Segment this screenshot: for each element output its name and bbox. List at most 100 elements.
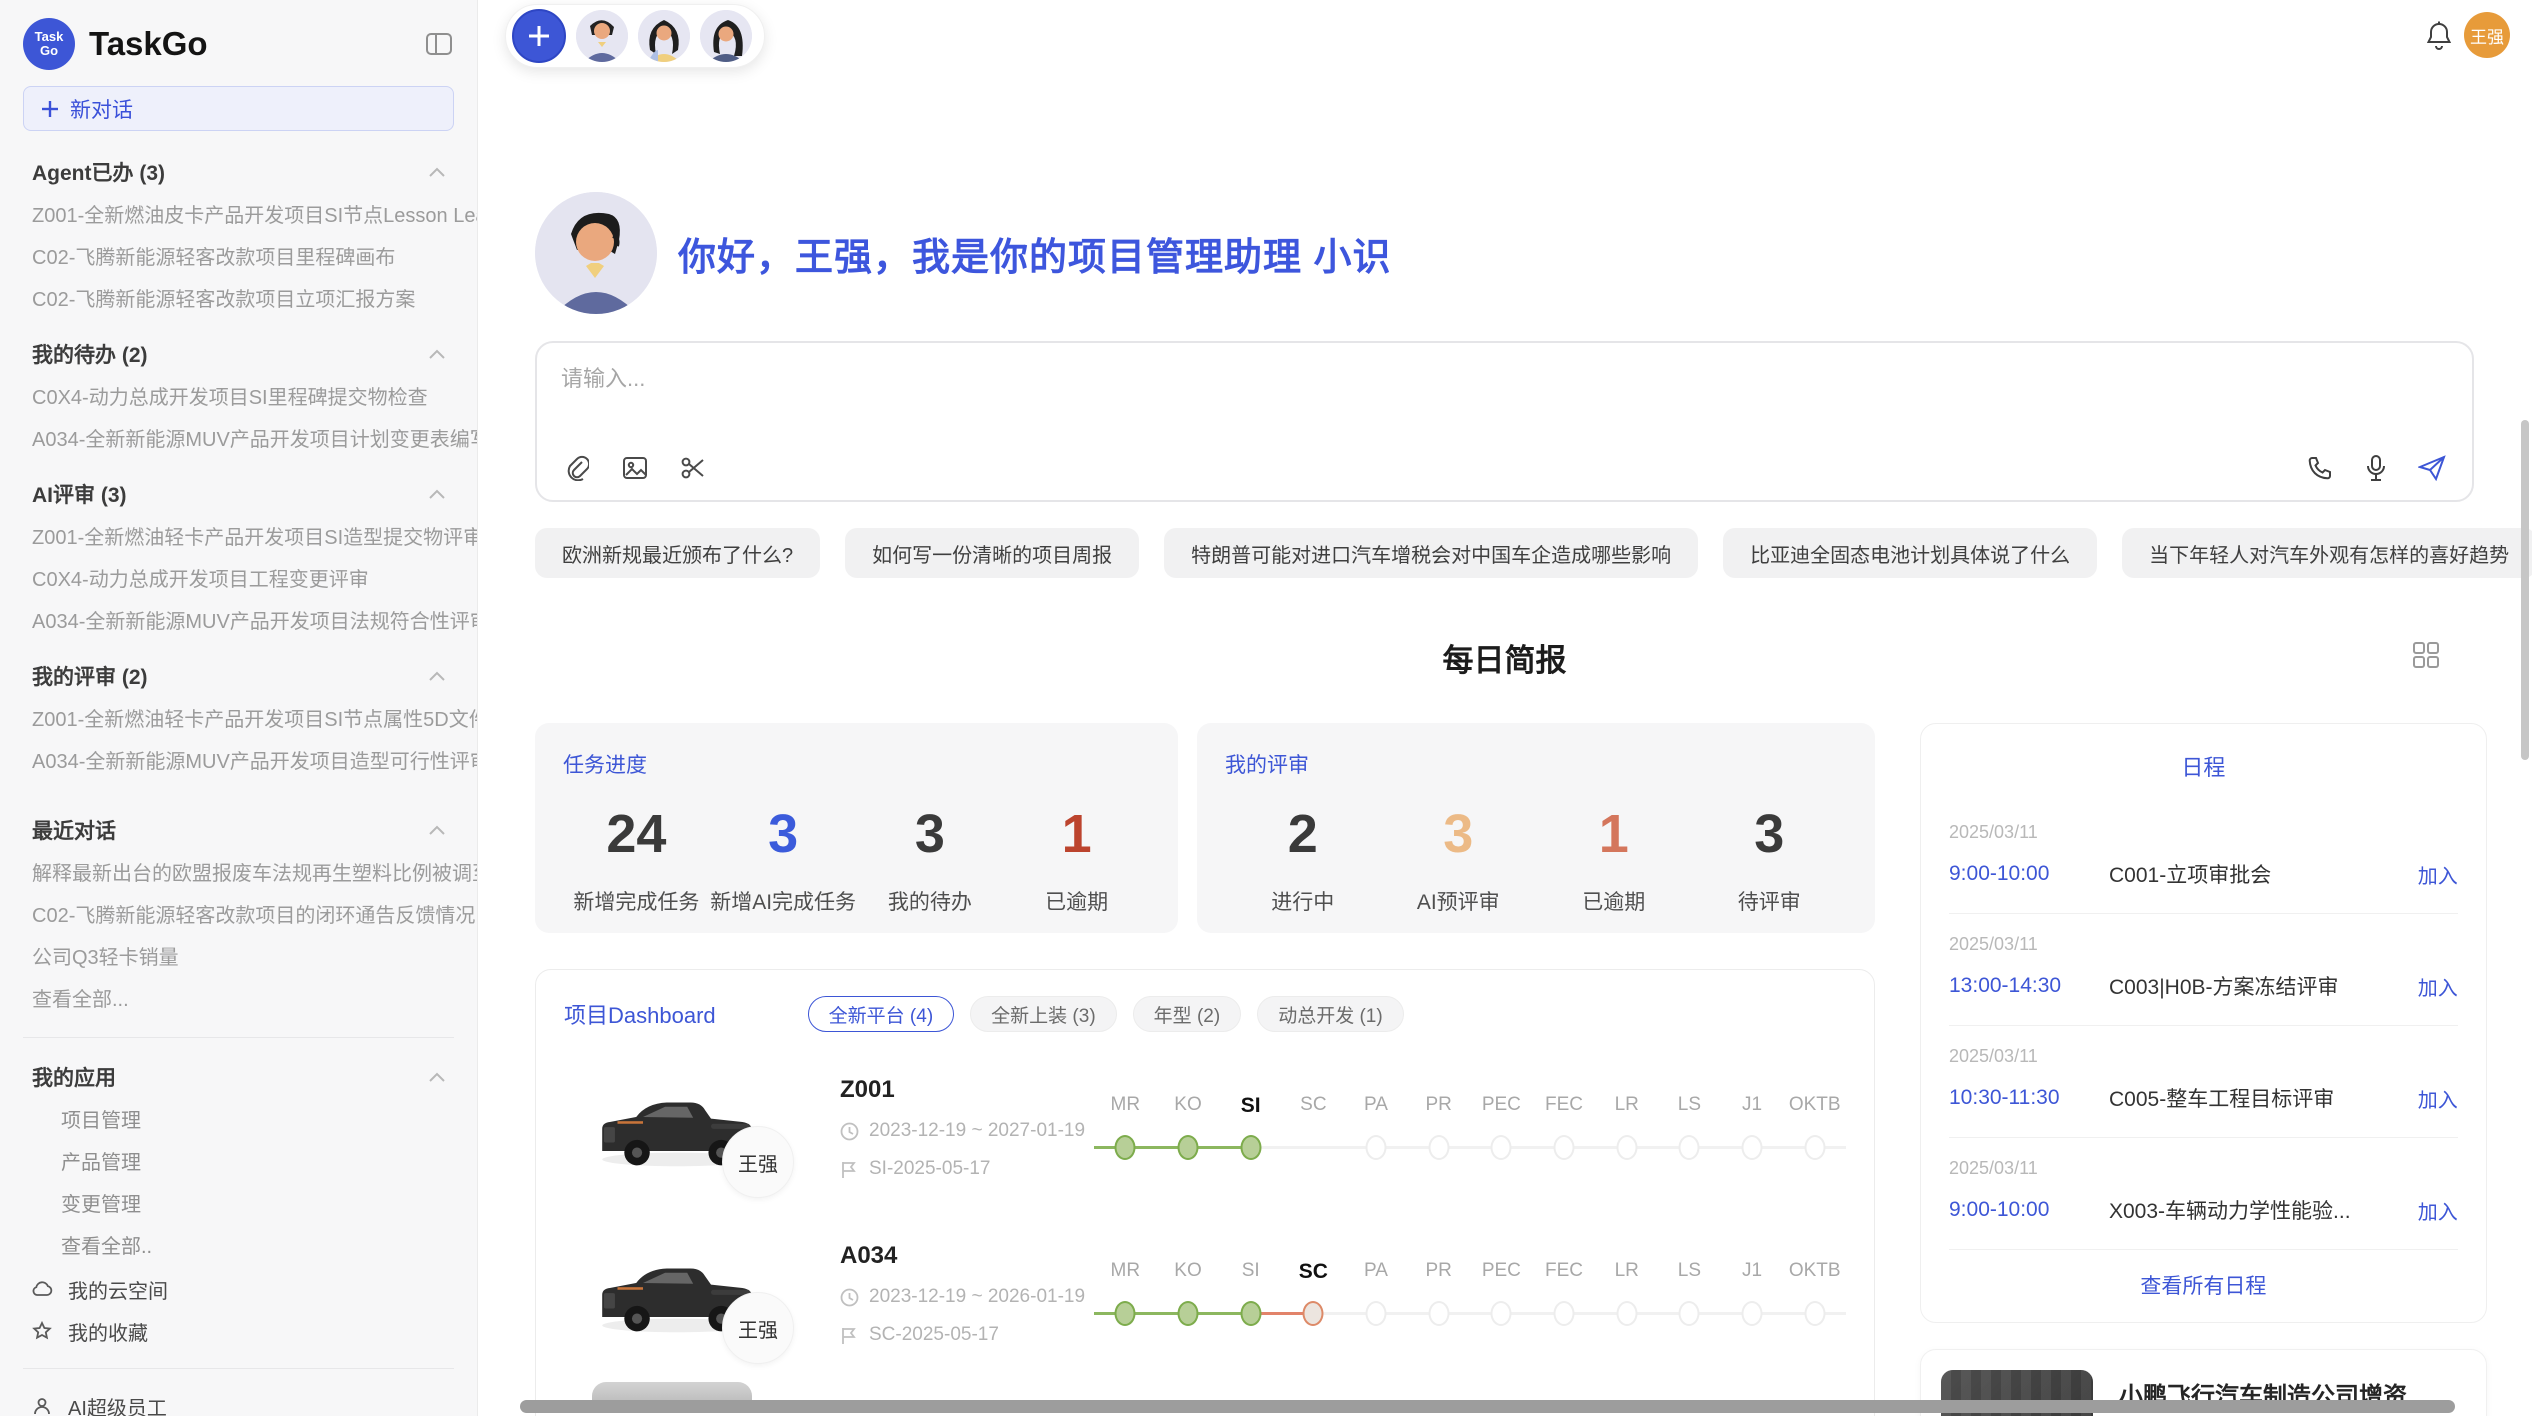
sidebar-item-favorites[interactable]: 我的收藏 <box>0 1310 477 1352</box>
sidebar-task-item[interactable]: C02-飞腾新能源轻客改款项目立项汇报方案 <box>0 279 477 321</box>
recent-chat-item[interactable]: 公司Q3轻卡销量 <box>0 937 477 979</box>
sidebar-item-cloud-space[interactable]: 我的云空间 <box>0 1268 477 1310</box>
app-item[interactable]: 产品管理 <box>0 1142 477 1184</box>
event-name: C003|H0B-方案冻结评审 <box>2109 971 2418 1001</box>
assistant-avatar <box>535 192 657 314</box>
section-header[interactable]: 最近对话 <box>0 807 477 853</box>
app-item[interactable]: 项目管理 <box>0 1100 477 1142</box>
chat-input[interactable] <box>561 361 2448 431</box>
avatar-female-1[interactable] <box>638 10 690 62</box>
suggestion-chip[interactable]: 比亚迪全固态电池计划具体说了什么 <box>1723 528 2097 578</box>
clock-icon <box>840 1288 859 1307</box>
milestone-node: J1 <box>1721 1094 1784 1162</box>
sidebar-task-item[interactable]: C0X4-动力总成开发项目工程变更评审 <box>0 559 477 601</box>
sidebar-task-item[interactable]: A034-全新新能源MUV产品开发项目造型可行性评审 <box>0 741 477 783</box>
project-row[interactable]: 王强 A034 2023-12-19 ~ 2026-01-19 SC-2025-… <box>564 1224 1846 1364</box>
sidebar-section-agent-done: Agent已办 (3) Z001-全新燃油皮卡产品开发项目SI节点Lesson … <box>0 149 477 321</box>
join-button[interactable]: 加入 <box>2418 1196 2458 1225</box>
join-button[interactable]: 加入 <box>2418 860 2458 889</box>
scissors-icon[interactable] <box>677 452 709 484</box>
milestone-dot <box>1554 1135 1575 1160</box>
sidebar-task-item[interactable]: A034-全新新能源MUV产品开发项目计划变更表编写 <box>0 419 477 461</box>
section-header[interactable]: 我的应用 <box>0 1054 477 1100</box>
sidebar-item-ai-employee[interactable]: AI超级员工 <box>0 1385 477 1416</box>
recent-chat-item[interactable]: C02-飞腾新能源轻客改款项目的闭环通告反馈情况 <box>0 895 477 937</box>
sidebar-task-item[interactable]: Z001-全新燃油轻卡产品开发项目SI节点属性5D文件评审 <box>0 699 477 741</box>
section-header[interactable]: Agent已办 (3) <box>0 149 477 195</box>
join-button[interactable]: 加入 <box>2418 972 2458 1001</box>
image-icon[interactable] <box>619 452 651 484</box>
new-chat-button[interactable]: 新对话 <box>23 86 454 131</box>
section-label: 我的评审 (2) <box>32 661 148 691</box>
dashboard-filter-chip[interactable]: 全新上装 (3) <box>970 996 1117 1032</box>
notification-bell-icon[interactable] <box>2424 20 2454 52</box>
milestone-node: MR <box>1094 1094 1157 1162</box>
milestone-label: LS <box>1658 1260 1721 1286</box>
phone-icon[interactable] <box>2304 452 2336 484</box>
layout-grid-icon[interactable] <box>2411 640 2441 670</box>
project-dates: 2023-12-19 ~ 2027-01-19 <box>840 1120 1088 1142</box>
schedule-event: 2025/03/11 10:30-11:30 C005-整车工程目标评审 加入 <box>1949 1025 2458 1137</box>
section-header[interactable]: 我的待办 (2) <box>0 331 477 377</box>
user-avatar[interactable]: 王强 <box>2464 12 2510 58</box>
app-item[interactable]: 变更管理 <box>0 1184 477 1226</box>
recent-chat-item[interactable]: 解释最新出台的欧盟报废车法规再生塑料比例被调至15%... <box>0 853 477 895</box>
add-session-button[interactable] <box>512 9 566 63</box>
section-header[interactable]: 我的评审 (2) <box>0 653 477 699</box>
milestone-label: LR <box>1595 1260 1658 1286</box>
milestone-label: LR <box>1595 1094 1658 1120</box>
milestone-dot <box>1115 1135 1136 1160</box>
milestone-node: LS <box>1658 1260 1721 1328</box>
avatar-male[interactable] <box>576 10 628 62</box>
vertical-scrollbar-thumb[interactable] <box>2521 420 2529 760</box>
microphone-icon[interactable] <box>2360 452 2392 484</box>
project-row[interactable]: 王强 Z001 2023-12-19 ~ 2027-01-19 SI-2025-… <box>564 1058 1846 1198</box>
milestone-node: SI <box>1219 1260 1282 1328</box>
event-date: 2025/03/11 <box>1949 934 2458 955</box>
main-content: 你好，王强，我是你的项目管理助理 小识 <box>535 0 2474 1416</box>
sidebar-collapse-icon[interactable] <box>424 29 454 59</box>
sidebar-task-item[interactable]: C0X4-动力总成开发项目SI里程碑提交物检查 <box>0 377 477 419</box>
stat-value: 2 <box>1225 805 1381 864</box>
milestone-node: OKTB <box>1783 1260 1846 1328</box>
event-name: X003-车辆动力学性能验... <box>2109 1195 2418 1225</box>
project-dashboard-card: 项目Dashboard 全新平台 (4)全新上装 (3)年型 (2)动总开发 (… <box>535 969 1875 1416</box>
dashboard-filter-chip[interactable]: 动总开发 (1) <box>1257 996 1404 1032</box>
recent-chat-item[interactable]: 查看全部... <box>0 979 477 1021</box>
daily-briefing-header: 每日简报 <box>535 636 2474 678</box>
chat-composer[interactable] <box>535 341 2474 502</box>
composer-left-icons <box>561 452 709 484</box>
send-icon[interactable] <box>2416 452 2448 484</box>
sidebar-task-item[interactable]: C02-飞腾新能源轻客改款项目里程碑画布 <box>0 237 477 279</box>
app-item[interactable]: 查看全部.. <box>0 1226 477 1268</box>
horizontal-scrollbar-thumb[interactable] <box>520 1400 2455 1413</box>
avatar-female-2[interactable] <box>700 10 752 62</box>
suggestion-chip[interactable]: 如何写一份清晰的项目周报 <box>845 528 1139 578</box>
event-date: 2025/03/11 <box>1949 1046 2458 1067</box>
suggestion-chip[interactable]: 当下年轻人对汽车外观有怎样的喜好趋势 <box>2122 528 2532 578</box>
stat-item: 3 我的待办 <box>857 805 1004 916</box>
event-date: 2025/03/11 <box>1949 1158 2458 1179</box>
dashboard-filter-chip[interactable]: 全新平台 (4) <box>808 996 955 1032</box>
milestone-label: PEC <box>1470 1260 1533 1286</box>
attachment-icon[interactable] <box>561 452 593 484</box>
dashboard-filter-chip[interactable]: 年型 (2) <box>1133 996 1242 1032</box>
sidebar-task-item[interactable]: Z001-全新燃油轻卡产品开发项目SI造型提交物评审 <box>0 517 477 559</box>
sidebar-task-item[interactable]: Z001-全新燃油皮卡产品开发项目SI节点Lesson Learn报告 <box>0 195 477 237</box>
section-header[interactable]: AI评审 (3) <box>0 471 477 517</box>
join-button[interactable]: 加入 <box>2418 1084 2458 1113</box>
schedule-event: 2025/03/11 9:00-10:00 X003-车辆动力学性能验... 加… <box>1949 1137 2458 1249</box>
sidebar-link-label: 我的收藏 <box>68 1317 148 1346</box>
sidebar-task-item[interactable]: A034-全新新能源MUV产品开发项目法规符合性评审 <box>0 601 477 643</box>
suggestion-chip[interactable]: 欧洲新规最近颁布了什么? <box>535 528 820 578</box>
view-all-schedule-link[interactable]: 查看所有日程 <box>1949 1249 2458 1322</box>
milestone-dot <box>1742 1301 1763 1326</box>
flag-icon <box>840 1326 859 1345</box>
chevron-up-icon <box>427 670 447 682</box>
milestone-label: SC <box>1282 1094 1345 1120</box>
milestone-node: MR <box>1094 1260 1157 1328</box>
suggestion-chip[interactable]: 特朗普可能对进口汽车增税会对中国车企造成哪些影响 <box>1164 528 1698 578</box>
stat-item: 3 AI预评审 <box>1381 805 1537 916</box>
stat-item: 1 已逾期 <box>1536 805 1692 916</box>
milestone-dot <box>1240 1135 1261 1160</box>
